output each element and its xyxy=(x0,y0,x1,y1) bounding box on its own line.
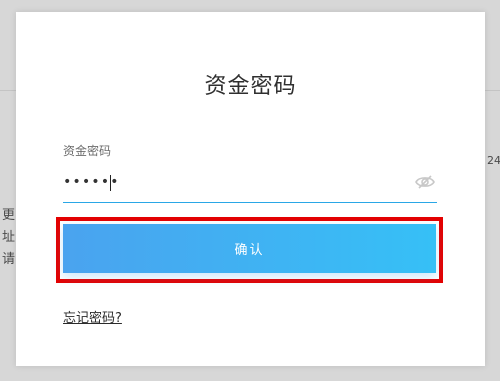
background-text: 更 xyxy=(2,208,16,223)
eye-slash-icon[interactable] xyxy=(415,174,435,190)
text-caret xyxy=(110,175,111,191)
background-divider xyxy=(485,90,500,91)
fund-password-input[interactable]: •••••• xyxy=(63,170,437,203)
background-text: 请 xyxy=(2,252,16,267)
background-text: 24 xyxy=(487,154,500,167)
background-text: 址 xyxy=(2,230,16,245)
password-field-label: 资金密码 xyxy=(63,144,112,158)
fund-password-dialog: 资金密码 资金密码 •••••• 确认 忘记密码? xyxy=(16,12,485,366)
background-divider xyxy=(0,90,16,91)
confirm-button[interactable]: 确认 xyxy=(63,224,436,273)
dialog-title: 资金密码 xyxy=(204,74,297,99)
password-value: •••••• xyxy=(63,174,120,190)
forgot-password-link[interactable]: 忘记密码? xyxy=(63,307,122,326)
